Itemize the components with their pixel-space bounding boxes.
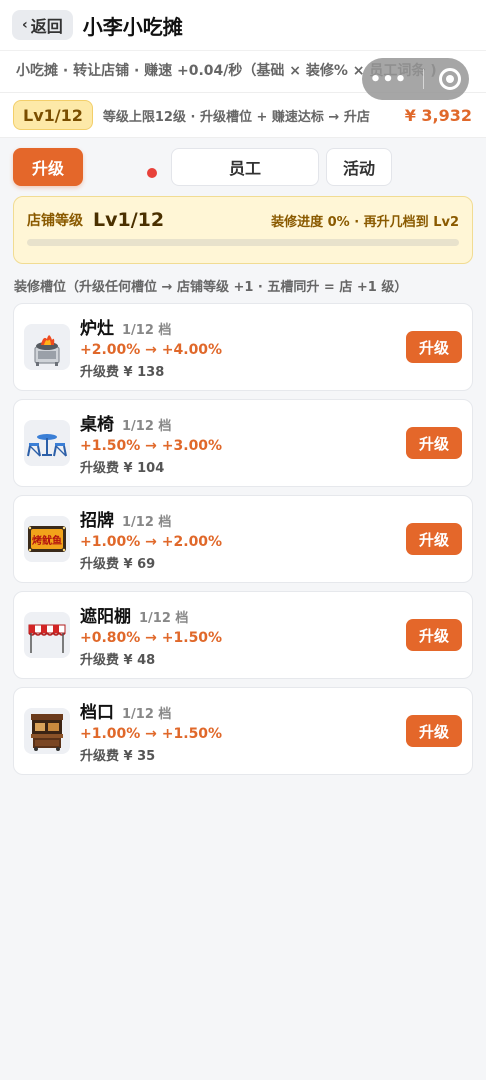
tab-event[interactable]: 活动 xyxy=(326,148,392,186)
list-item: 档口 1/12 档 +1.00% → +1.50% 升级费 ¥ 35 升级 xyxy=(13,687,473,775)
slot-cost: 升级费 ¥ 48 xyxy=(80,653,156,668)
slot-name: 档口 xyxy=(80,703,114,723)
signboard-text: 烤鱿鱼 xyxy=(32,534,62,547)
slot-rate: +2.00% → +4.00% xyxy=(80,342,223,358)
slot-cost: 升级费 ¥ 35 xyxy=(80,749,156,764)
page-title: 小李小吃摊 xyxy=(82,14,183,39)
list-item: 烤鱿鱼 招牌 1/12 档 +1.00% → +2.00% 升级费 ¥ 69 升… xyxy=(13,495,473,583)
store-progress-text: 装修进度 0% · 再升几档到 Lv2 xyxy=(271,214,459,230)
slot-name: 炉灶 xyxy=(80,319,114,339)
slot-cost: 升级费 ¥ 69 xyxy=(80,557,156,572)
store-level-value: Lv1/12 xyxy=(93,209,165,231)
miniprogram-capsule: ••• xyxy=(362,58,469,100)
back-button[interactable]: ‹ 返回 xyxy=(12,10,73,40)
back-label: 返回 xyxy=(30,17,63,36)
upgrade-button[interactable]: 升级 xyxy=(406,523,462,555)
list-item: 炉灶 1/12 档 +2.00% → +4.00% 升级费 ¥ 138 升级 xyxy=(13,303,473,391)
money-balance: ¥ 3,932 xyxy=(404,105,472,125)
notification-dot xyxy=(147,168,157,178)
list-item: 桌椅 1/12 档 +1.50% → +3.00% 升级费 ¥ 104 升级 xyxy=(13,399,473,487)
tab-staff[interactable]: 员工 xyxy=(171,148,319,186)
upgrade-button[interactable]: 升级 xyxy=(406,331,462,363)
slot-rate: +1.50% → +3.00% xyxy=(80,438,223,454)
slot-cost: 升级费 ¥ 104 xyxy=(80,461,165,476)
slot-rate: +1.00% → +2.00% xyxy=(80,534,223,550)
slot-tier: 1/12 档 xyxy=(122,323,172,338)
slot-name: 遮阳棚 xyxy=(80,607,131,627)
slot-tier: 1/12 档 xyxy=(122,515,172,530)
capsule-divider xyxy=(422,69,424,89)
stall-icon xyxy=(24,708,70,754)
tab-bar: 升级 员工 活动 xyxy=(0,138,486,196)
level-desc: 等级上限12级 · 升级槽位 + 赚速达标 → 升店 xyxy=(102,109,370,125)
slot-tier: 1/12 档 xyxy=(122,707,172,722)
header: ‹ 返回 小李小吃摊 xyxy=(0,0,486,50)
table-chairs-icon xyxy=(24,420,70,466)
slot-name: 招牌 xyxy=(80,511,114,531)
store-progress-bar xyxy=(27,239,459,246)
slot-name: 桌椅 xyxy=(80,415,114,435)
awning-icon xyxy=(24,612,70,658)
slot-tier: 1/12 档 xyxy=(139,611,189,626)
slot-list: 炉灶 1/12 档 +2.00% → +4.00% 升级费 ¥ 138 升级 桌… xyxy=(0,303,486,775)
tab-upgrade[interactable]: 升级 xyxy=(13,148,83,186)
list-item: 遮阳棚 1/12 档 +0.80% → +1.50% 升级费 ¥ 48 升级 xyxy=(13,591,473,679)
level-badge: Lv1/12 xyxy=(13,100,93,130)
chevron-left-icon: ‹ xyxy=(22,17,28,33)
slot-tier: 1/12 档 xyxy=(122,419,172,434)
stove-icon xyxy=(24,324,70,370)
slot-rate: +0.80% → +1.50% xyxy=(80,630,223,646)
signboard-icon: 烤鱿鱼 xyxy=(24,516,70,562)
section-hint: 装修槽位（升级任何槽位 → 店铺等级 +1 · 五槽同升 = 店 +1 级） xyxy=(14,280,408,295)
store-level-label: 店铺等级 xyxy=(27,213,83,229)
upgrade-button[interactable]: 升级 xyxy=(406,619,462,651)
slot-cost: 升级费 ¥ 138 xyxy=(80,365,165,380)
more-icon[interactable]: ••• xyxy=(370,69,408,90)
upgrade-button[interactable]: 升级 xyxy=(406,427,462,459)
close-miniprogram-icon[interactable] xyxy=(439,68,462,90)
store-level-card: 店铺等级 Lv1/12 装修进度 0% · 再升几档到 Lv2 xyxy=(13,196,473,264)
upgrade-button[interactable]: 升级 xyxy=(406,715,462,747)
slot-rate: +1.00% → +1.50% xyxy=(80,726,223,742)
